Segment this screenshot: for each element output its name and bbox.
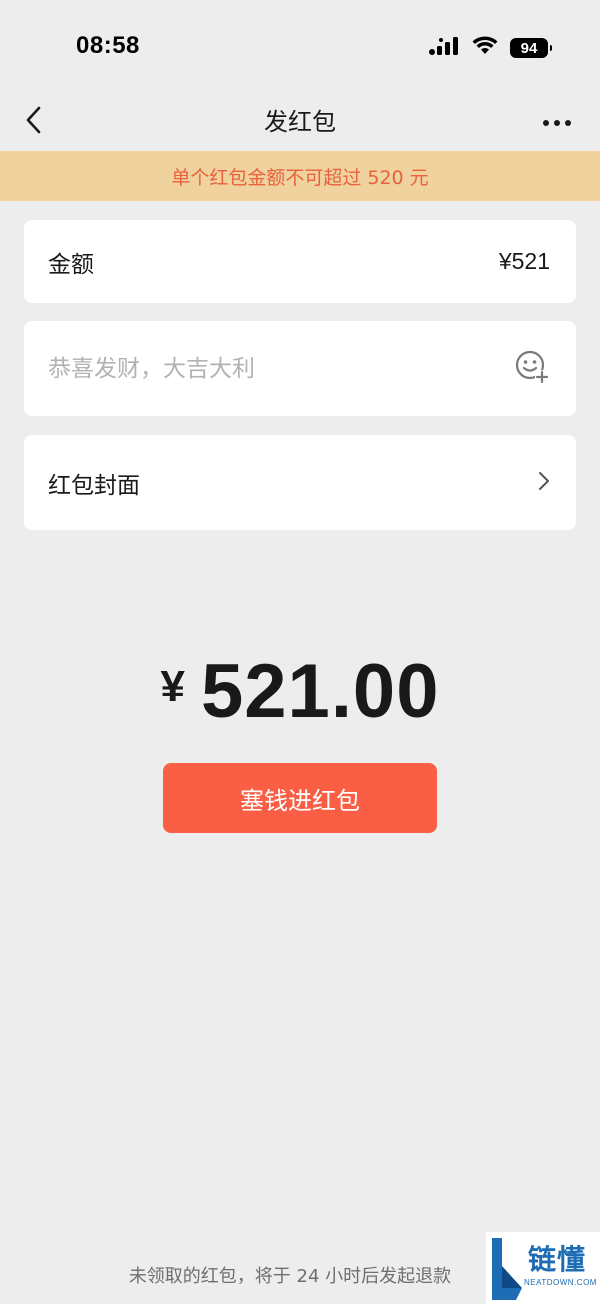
status-bar: 08:58 94 [0,0,600,96]
greeting-row [24,321,576,416]
cover-label: 红包封面 [48,472,140,499]
greeting-input[interactable] [48,355,468,382]
watermark-logo-icon [488,1236,524,1304]
watermark-subtext: NEATDOWN.COM [524,1278,597,1287]
chevron-right-icon [538,471,550,495]
more-button[interactable] [540,106,574,140]
status-time: 08:58 [76,32,140,59]
limit-warning-text: 单个红包金额不可超过 520 元 [171,166,429,189]
amount-row[interactable]: 金额 ¥521 [24,220,576,303]
total-amount: ¥ 521.00 [0,648,600,738]
limit-warning-banner: 单个红包金额不可超过 520 元 [0,151,600,201]
signal-icon [428,36,460,60]
total-currency: ¥ [160,662,186,711]
wifi-icon [472,36,498,60]
amount-value[interactable]: ¥521 [499,248,550,275]
put-money-button[interactable]: 塞钱进红包 [163,763,437,833]
battery-icon: 94 [510,38,552,58]
watermark: 链懂 NEATDOWN.COM [486,1232,600,1304]
nav-bar: 发红包 [0,96,600,150]
cover-row[interactable]: 红包封面 [24,435,576,530]
watermark-text: 链懂 [528,1243,587,1276]
status-icons: 94 [428,36,552,60]
emoji-add-icon[interactable] [514,349,550,389]
total-value: 521.00 [201,649,440,734]
page-title: 发红包 [264,108,336,136]
more-dot [565,120,571,126]
amount-label: 金额 [48,251,94,278]
more-dot [543,120,549,126]
more-dot [554,120,560,126]
